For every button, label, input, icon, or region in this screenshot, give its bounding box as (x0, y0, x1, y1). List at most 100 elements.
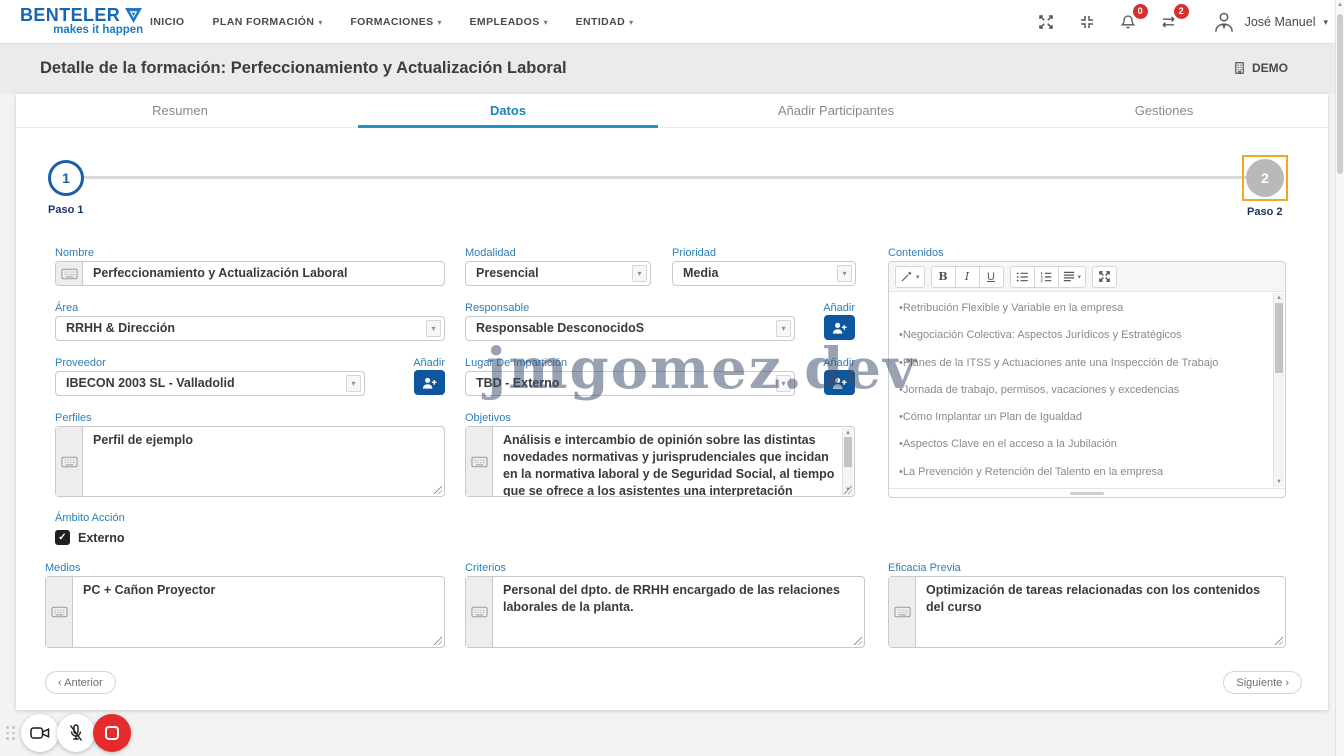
menu-item-formaciones[interactable]: FORMACIONES ▾ (350, 16, 441, 28)
responsable-select[interactable]: Responsable DesconocidoS ▾ (465, 316, 795, 341)
step-connector-line (82, 176, 1248, 179)
checkbox-checked-icon[interactable]: ✓ (55, 530, 70, 545)
medios-textarea[interactable]: PC + Cañon Proyector (45, 576, 445, 648)
bold-button[interactable]: B (931, 266, 956, 288)
exchange-arrows-icon (1160, 14, 1177, 30)
menu-item-label: FORMACIONES (350, 16, 433, 28)
underline-button[interactable]: U (979, 266, 1004, 288)
contenido-item: •La Prevención y Retención del Talento e… (899, 465, 1267, 479)
perfiles-textarea[interactable]: Perfil de ejemplo (55, 426, 445, 497)
scroll-down-icon[interactable]: ▼ (843, 487, 853, 493)
prioridad-select[interactable]: Media ▾ (672, 261, 856, 286)
objetivos-textarea[interactable]: Análisis e intercambio de opinión sobre … (465, 426, 855, 497)
keyboard-icon (46, 577, 73, 647)
tab-resumen[interactable]: Resumen (16, 94, 344, 127)
content-card: Resumen Datos Añadir Participantes Gesti… (16, 94, 1328, 710)
chevron-down-icon: ▾ (776, 375, 791, 392)
compress-button[interactable] (1074, 9, 1100, 35)
scrollbar-thumb[interactable] (1337, 14, 1343, 174)
menu-item-plan-formacion[interactable]: PLAN FORMACIÓN ▾ (213, 16, 323, 28)
scroll-down-icon[interactable]: ▼ (1274, 479, 1284, 485)
chevron-down-icon: ▾ (426, 320, 441, 337)
chevron-down-icon: ▾ (776, 320, 791, 337)
brand-triangle-icon (124, 7, 143, 24)
chevron-down-icon: ▾ (544, 18, 548, 27)
scroll-up-icon[interactable]: ▲ (843, 430, 853, 436)
tab-gestiones[interactable]: Gestiones (1000, 94, 1328, 127)
medios-value: PC + Cañon Proyector (73, 577, 444, 647)
stop-recording-button[interactable] (93, 714, 131, 752)
drag-handle[interactable] (6, 726, 15, 740)
contenido-item: •Retribución Flexible y Variable en la e… (899, 301, 1267, 315)
contenidos-content[interactable]: •Retribución Flexible y Variable en la e… (889, 292, 1285, 488)
externo-checkbox-row[interactable]: ✓ Externo (55, 530, 125, 545)
perfiles-label: Perfiles (55, 412, 92, 424)
microphone-muted-button[interactable] (57, 714, 95, 752)
editor-resize-bar[interactable] (889, 488, 1285, 497)
anterior-button[interactable]: ‹ Anterior (45, 671, 116, 694)
italic-button[interactable]: I (955, 266, 980, 288)
scroll-up-icon[interactable]: ▲ (1274, 295, 1284, 301)
paragraph-align-button[interactable]: ▾ (1058, 266, 1087, 288)
nombre-value: Perfeccionamiento y Actualización Labora… (83, 262, 444, 285)
notifications-button[interactable]: 0 (1115, 9, 1141, 35)
eficacia-previa-label: Eficacia Previa (888, 562, 961, 574)
objetivos-label: Objetivos (465, 412, 511, 424)
notification-badge: 0 (1133, 4, 1148, 19)
editor-toolbar: ▾ B I U (889, 262, 1285, 292)
chevron-down-icon: ▾ (632, 265, 647, 282)
eficacia-previa-textarea[interactable]: Optimización de tareas relacionadas con … (888, 576, 1286, 648)
responsable-add-label[interactable]: Añadir (785, 302, 855, 314)
chevron-down-icon: ▾ (629, 18, 633, 27)
top-navbar: BENTELER makes it happen INICIO PLAN FOR… (0, 0, 1344, 44)
siguiente-button[interactable]: Siguiente › (1223, 671, 1302, 694)
unordered-list-button[interactable] (1010, 266, 1035, 288)
menu-item-label: ENTIDAD (576, 16, 625, 28)
step-1-label: Paso 1 (48, 204, 83, 216)
modalidad-select[interactable]: Presencial ▾ (465, 261, 651, 286)
objetivos-scrollbar[interactable]: ▲ ▼ (842, 428, 853, 495)
lugar-add-button[interactable] (824, 370, 855, 395)
tab-datos[interactable]: Datos (344, 94, 672, 127)
nombre-label: Nombre (55, 247, 94, 259)
user-menu[interactable]: José Manuel ▾ (1211, 9, 1328, 35)
objetivos-value: Análisis e intercambio de opinión sobre … (493, 427, 854, 496)
area-select[interactable]: RRHH & Dirección ▾ (55, 316, 445, 341)
proveedor-add-label[interactable]: Añadir (375, 357, 445, 369)
contenido-item: •Cómo Implantar un Plan de Igualdad (899, 410, 1267, 424)
menu-item-inicio[interactable]: INICIO (150, 16, 185, 28)
tab-anadir-participantes[interactable]: Añadir Participantes (672, 94, 1000, 127)
navbar-actions: 0 2 José Ma (1033, 0, 1328, 44)
person-plus-icon (831, 376, 848, 390)
scrollbar-thumb[interactable] (844, 437, 852, 467)
editor-scrollbar[interactable]: ▲ ▼ (1273, 293, 1284, 487)
menu-item-entidad[interactable]: ENTIDAD ▾ (576, 16, 633, 28)
benteler-logo[interactable]: BENTELER makes it happen (20, 5, 143, 36)
page-scrollbar[interactable]: ▲ (1335, 0, 1344, 756)
proveedor-add-button[interactable] (414, 370, 445, 395)
keyboard-icon (56, 427, 83, 496)
scrollbar-thumb[interactable] (1275, 303, 1283, 373)
fullscreen-arrows-icon (1098, 270, 1111, 283)
chevron-down-icon: ▾ (346, 375, 361, 392)
style-magic-button[interactable]: ▾ (895, 266, 925, 288)
ordered-list-button[interactable] (1034, 266, 1059, 288)
menu-item-label: EMPLEADOS (470, 16, 540, 28)
app-window: BENTELER makes it happen INICIO PLAN FOR… (0, 0, 1344, 756)
camera-button[interactable] (21, 714, 59, 752)
lugar-add-label[interactable]: Añadir (785, 357, 855, 369)
fullscreen-button[interactable] (1092, 266, 1117, 288)
exchange-button[interactable]: 2 (1156, 9, 1182, 35)
menu-item-empleados[interactable]: EMPLEADOS ▾ (470, 16, 548, 28)
lugar-imparticion-select[interactable]: TBD - Externo ▾ (465, 371, 795, 396)
criterios-label: Criterios (465, 562, 506, 574)
nombre-input[interactable]: Perfeccionamiento y Actualización Labora… (55, 261, 445, 286)
step-2-focus-box[interactable]: 2 (1242, 155, 1288, 201)
criterios-textarea[interactable]: Personal del dpto. de RRHH encargado de … (465, 576, 865, 648)
step-1-circle[interactable]: 1 (48, 160, 84, 196)
lugar-imparticion-label: Lugar De Impartición (465, 357, 567, 369)
expand-button[interactable] (1033, 9, 1059, 35)
proveedor-select[interactable]: IBECON 2003 SL - Valladolid ▾ (55, 371, 365, 396)
responsable-add-button[interactable] (824, 315, 855, 340)
scroll-up-icon[interactable]: ▲ (1336, 2, 1344, 8)
